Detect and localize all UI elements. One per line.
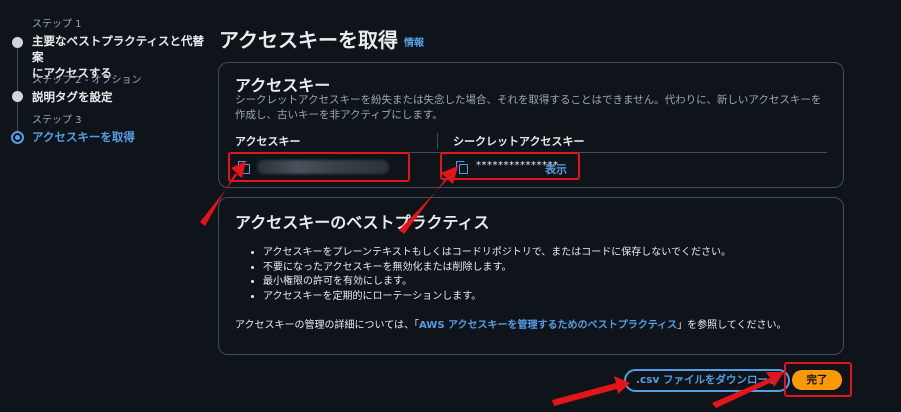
annotation-arrows: [200, 161, 784, 408]
annotation-arrow: [200, 161, 246, 226]
annotation-arrow: [552, 376, 630, 406]
annotation-arrow: [712, 372, 784, 408]
annotation-arrow: [399, 166, 458, 234]
